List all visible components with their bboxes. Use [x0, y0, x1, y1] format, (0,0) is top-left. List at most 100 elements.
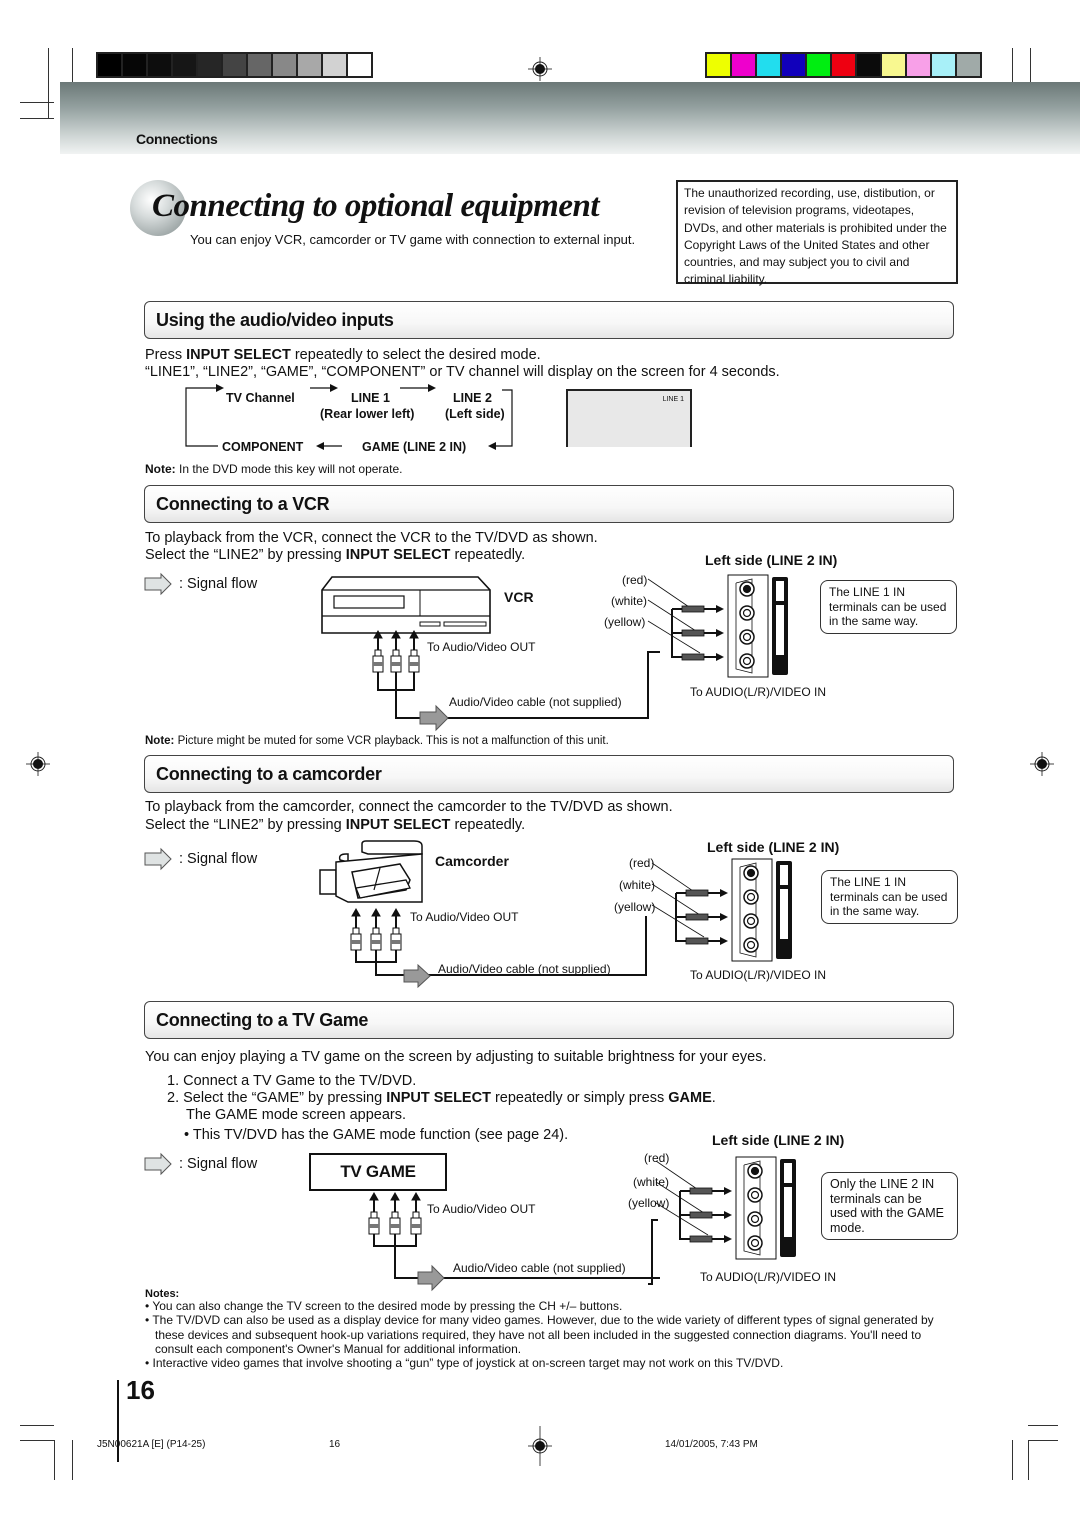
signal-flow-arrow-icon — [144, 1152, 172, 1176]
calibration-swatch — [348, 54, 371, 76]
rca-plug — [685, 913, 709, 921]
flow-component: COMPONENT — [222, 440, 304, 454]
camcorder-white-label: (white) — [619, 878, 656, 892]
vcr-red-label: (red) — [622, 573, 648, 587]
calibration-swatch — [882, 54, 905, 76]
plug-arrow-head — [716, 605, 724, 613]
calibration-swatch — [298, 54, 321, 76]
camcorder-line1-callout: The LINE 1 IN terminals can be used in t… — [821, 870, 958, 924]
calibration-swatch — [757, 54, 780, 76]
rca-plug — [685, 937, 709, 945]
plug-arrow-head — [720, 937, 728, 945]
plug-arrow-head — [720, 889, 728, 897]
crop-mark — [1012, 1440, 1013, 1480]
jack-core — [750, 1238, 760, 1248]
jack-label-text-block — [776, 581, 784, 601]
flow-game: GAME (LINE 2 IN) — [362, 440, 467, 454]
tv-game-bullet: • This TV/DVD has the GAME mode function… — [184, 1127, 569, 1143]
calibration-swatch — [98, 54, 121, 76]
plug-arrow-head — [716, 629, 724, 637]
crop-mark — [20, 1440, 54, 1441]
jack-label-text-block — [784, 1187, 792, 1237]
tv-game-device-box: TV GAME — [309, 1153, 447, 1191]
tv-game-jack-panel — [655, 1156, 796, 1260]
plug-arrow-head — [724, 1187, 732, 1195]
calibration-swatch — [707, 54, 730, 76]
vcr-yellow-label: (yellow) — [604, 615, 646, 629]
camcorder-device-illustration — [319, 840, 423, 903]
rca-plug — [681, 653, 705, 661]
footer-timestamp: 14/01/2005, 7:43 PM — [665, 1439, 758, 1450]
registration-mark-icon — [528, 1426, 552, 1466]
crop-mark — [48, 48, 49, 118]
tv-game-step-2-sub: The GAME mode screen appears. — [186, 1107, 407, 1123]
calibration-swatch — [832, 54, 855, 76]
section-header-tv-game: Connecting to a TV Game — [144, 1001, 954, 1039]
calibration-swatch — [248, 54, 271, 76]
footer-page: 16 — [329, 1439, 341, 1450]
calibration-swatch — [857, 54, 880, 76]
calibration-swatch — [223, 54, 246, 76]
vcr-device-label: VCR — [504, 589, 534, 605]
screen-channel-label: LINE 1 — [662, 396, 684, 403]
intro-text: You can enjoy VCR, camcorder or TV game … — [190, 232, 636, 247]
vcr-jack-panel-title: Left side (LINE 2 IN) — [705, 552, 838, 568]
calibration-swatch — [273, 54, 296, 76]
notes-list: • You can also change the TV screen to t… — [145, 1299, 960, 1370]
calibration-swatch — [173, 54, 196, 76]
signal-flow-legend: : Signal flow — [179, 1156, 258, 1172]
av-note: Note: In the DVD mode this key will not … — [145, 462, 403, 476]
camcorder-red-label: (red) — [629, 856, 655, 870]
registration-mark-icon — [26, 752, 50, 776]
jack-core — [750, 1166, 760, 1176]
vcr-out-label: To Audio/Video OUT — [427, 640, 536, 654]
calibration-swatch — [123, 54, 146, 76]
jack-label-text-block — [780, 865, 788, 885]
camcorder-in-label: To AUDIO(L/R)/VIDEO IN — [690, 968, 827, 982]
jack-core — [746, 892, 756, 902]
signal-flow-arrow-icon — [144, 847, 172, 871]
crop-mark — [20, 118, 54, 119]
calibration-swatch — [932, 54, 955, 76]
registration-mark-icon — [528, 57, 552, 81]
plug-arrow-head — [724, 1235, 732, 1243]
footer-doc-code: J5N00621A [E] (P14-25) — [97, 1439, 206, 1450]
copyright-warning-box: The unauthorized recording, use, distibu… — [676, 180, 958, 286]
jack-core — [746, 868, 756, 878]
jack-core — [742, 584, 752, 594]
calibration-swatch — [957, 54, 980, 76]
crop-mark — [1028, 1425, 1058, 1426]
flow-tv-channel: TV Channel — [226, 391, 295, 405]
calibration-swatch — [148, 54, 171, 76]
crop-mark — [1028, 1440, 1029, 1480]
crop-mark — [1028, 1440, 1058, 1441]
section-header-av-inputs: Using the audio/video inputs — [144, 301, 954, 339]
tv-game-jack-panel-title: Left side (LINE 2 IN) — [712, 1132, 845, 1148]
leader-line — [651, 904, 705, 938]
tv-game-step-1: 1. Connect a TV Game to the TV/DVD. — [167, 1073, 417, 1089]
vcr-jack-panel — [647, 574, 788, 678]
rca-plug — [685, 889, 709, 897]
signal-flow-legend: : Signal flow — [179, 576, 258, 592]
calibration-swatch — [782, 54, 805, 76]
page-number: 16 — [126, 1375, 155, 1405]
calibration-swatch — [807, 54, 830, 76]
camcorder-yellow-label: (yellow) — [614, 900, 656, 914]
jack-core — [742, 632, 752, 642]
tv-game-cable-label: Audio/Video cable (not supplied) — [453, 1261, 626, 1275]
section-heading: Connecting to a TV Game — [156, 1010, 369, 1030]
tv-game-step-2: 2. Select the “GAME” by pressing INPUT S… — [167, 1090, 716, 1106]
leader-line — [647, 620, 701, 654]
camcorder-cable-label: Audio/Video cable (not supplied) — [438, 962, 611, 976]
flow-line-1-sub: (Rear lower left) — [320, 407, 415, 421]
vcr-device-illustration — [321, 576, 491, 634]
jack-label-text-block — [776, 605, 784, 655]
section-header-camcorder: Connecting to a camcorder — [144, 755, 954, 793]
camcorder-instruction-2: Select the “LINE2” by pressing INPUT SEL… — [145, 817, 526, 833]
rca-plug — [689, 1211, 713, 1219]
section-heading: Using the audio/video inputs — [156, 310, 394, 330]
note-item: • The TV/DVD can also be used as a displ… — [145, 1313, 934, 1356]
section-header-vcr: Connecting to a VCR — [144, 485, 954, 523]
rca-plug — [681, 629, 705, 637]
grayscale-calibration-strip — [96, 52, 373, 78]
